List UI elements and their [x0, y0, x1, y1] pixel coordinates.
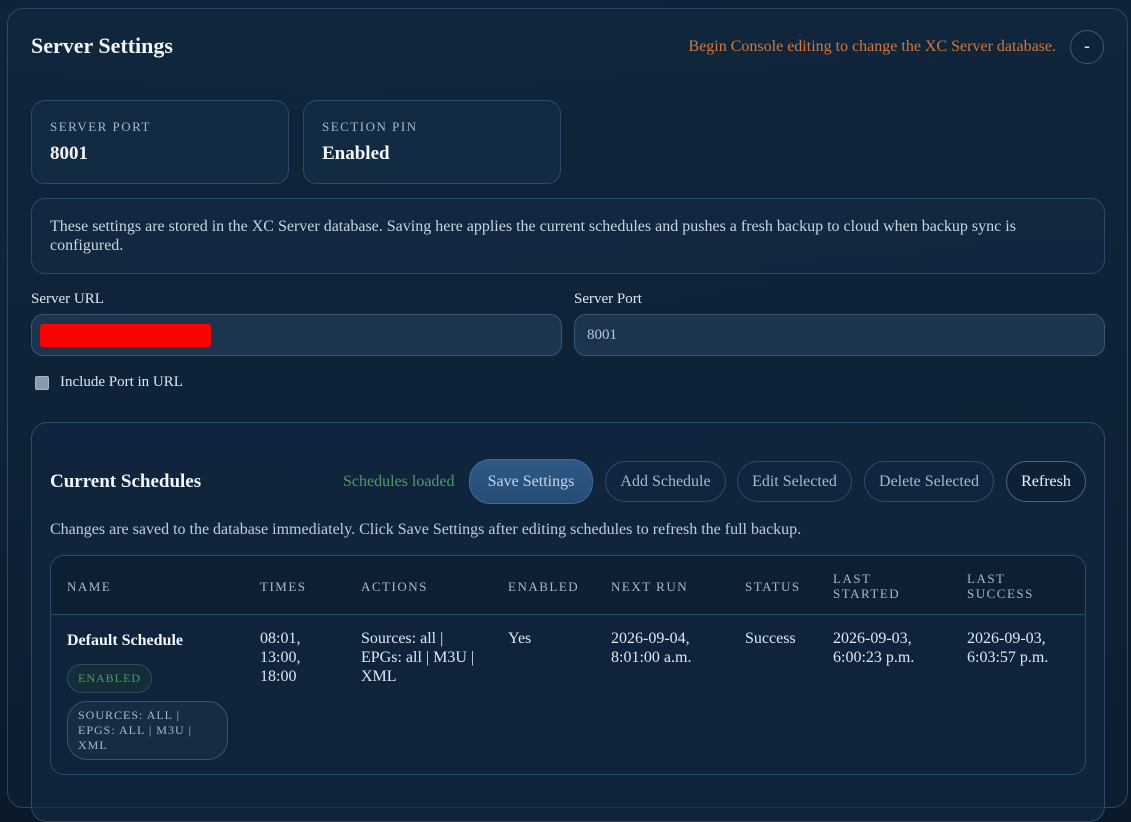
stat-value: 8001	[50, 143, 88, 164]
server-url-label: Server URL	[31, 291, 104, 307]
schedules-table: NAME TIMES ACTIONS ENABLED NEXT RUN STAT…	[50, 555, 1086, 775]
include-port-label: Include Port in URL	[60, 374, 183, 390]
schedules-description: Changes are saved to the database immedi…	[50, 521, 802, 538]
edit-selected-button[interactable]: Edit Selected	[737, 461, 852, 502]
column-header-times: TIMES	[260, 579, 307, 594]
stat-label: SECTION PIN	[322, 119, 418, 134]
server-port-card: SERVER PORT 8001	[31, 100, 289, 184]
refresh-button[interactable]: Refresh	[1006, 461, 1086, 502]
page-title: Server Settings	[31, 33, 173, 58]
redacted-value	[40, 324, 211, 347]
column-header-name: NAME	[67, 579, 112, 594]
save-settings-button[interactable]: Save Settings	[469, 459, 593, 504]
server-url-input[interactable]	[31, 314, 562, 356]
schedule-actions: Sources: all | EPGs: all | M3U | XML	[361, 630, 475, 685]
server-settings-panel: Server Settings Begin Console editing to…	[7, 8, 1128, 822]
include-port-row[interactable]: Include Port in URL	[35, 374, 183, 391]
schedule-times: 08:01, 13:00, 18:00	[260, 630, 301, 685]
column-header-actions: ACTIONS	[361, 579, 428, 594]
console-edit-note: Begin Console editing to change the XC S…	[688, 38, 1056, 55]
server-port-label: Server Port	[574, 291, 642, 307]
column-header-next-run: NEXT RUN	[611, 579, 689, 594]
column-header-status: STATUS	[745, 579, 801, 594]
info-notice: These settings are stored in the XC Serv…	[31, 198, 1105, 274]
section-pin-card: SECTION PIN Enabled	[303, 100, 561, 184]
add-schedule-button[interactable]: Add Schedule	[605, 461, 726, 502]
schedules-panel: Current Schedules Schedules loaded Save …	[31, 422, 1105, 822]
schedule-enabled: Yes	[508, 630, 532, 647]
include-port-checkbox[interactable]	[35, 375, 49, 390]
schedule-next-run: 2026-09-04, 8:01:00 a.m.	[611, 630, 692, 666]
schedule-last-success: 2026-09-03, 6:03:57 p.m.	[967, 630, 1049, 666]
schedules-title: Current Schedules	[50, 471, 202, 492]
column-header-last-started: LAST STARTED	[833, 571, 901, 601]
collapse-button[interactable]: -	[1070, 30, 1104, 64]
server-port-input[interactable]: 8001	[574, 314, 1105, 356]
schedule-status: Success	[745, 630, 796, 647]
enabled-badge: ENABLED	[67, 664, 152, 693]
table-header: NAME TIMES ACTIONS ENABLED NEXT RUN STAT…	[51, 556, 1085, 615]
schedule-last-started: 2026-09-03, 6:00:23 p.m.	[833, 630, 915, 666]
schedules-status: Schedules loaded	[343, 473, 455, 490]
delete-selected-button[interactable]: Delete Selected	[864, 461, 994, 502]
column-header-last-success: LAST SUCCESS	[967, 571, 1034, 601]
column-header-enabled: ENABLED	[508, 579, 580, 594]
stat-value: Enabled	[322, 143, 390, 164]
stat-label: SERVER PORT	[50, 119, 151, 134]
schedule-name: Default Schedule	[67, 632, 183, 649]
sources-badge: SOURCES: ALL | EPGS: ALL | M3U | XML	[67, 701, 228, 760]
